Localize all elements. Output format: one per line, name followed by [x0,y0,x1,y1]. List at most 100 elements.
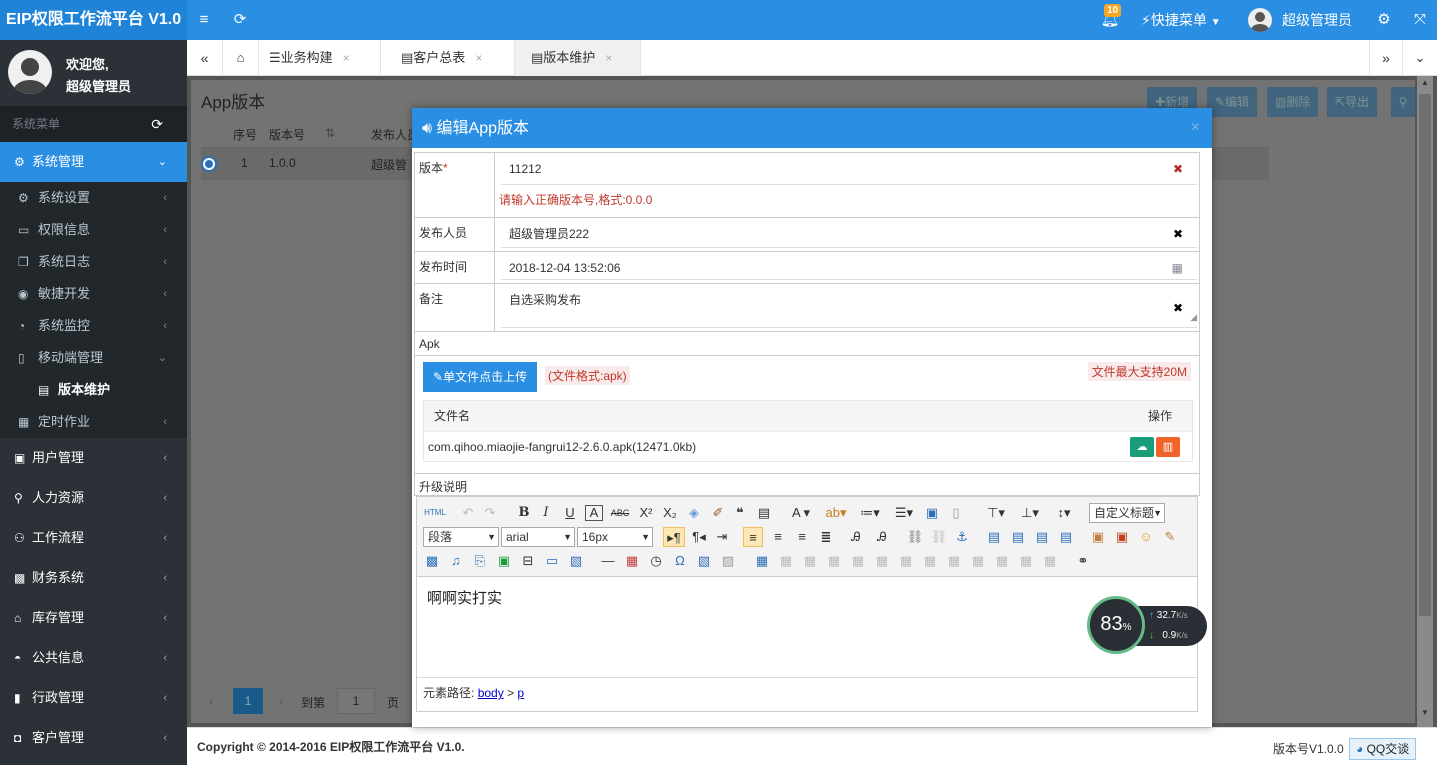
strikethrough-icon[interactable]: ABC [609,503,631,523]
insert-paragraph-before-table-icon[interactable]: ▦ [801,551,819,571]
code-icon[interactable]: ▭ [543,551,561,571]
path-body-link[interactable]: body [478,686,504,700]
binoculars-icon[interactable]: ⚭ [1073,551,1093,571]
close-icon[interactable]: × [475,51,482,65]
tab-home[interactable]: ⌂ [223,40,259,76]
menu-refresh-icon[interactable]: ⟳ [151,106,163,142]
merge-right-icon[interactable]: ▦ [945,551,963,571]
close-icon[interactable]: × [343,51,350,65]
page-input[interactable]: 1 [337,688,375,714]
sidebar-subitem-agile[interactable]: ◉ 敏捷开发 ‹ [0,278,187,310]
sidebar-subitem-logs[interactable]: ❐ 系统日志 ‹ [0,246,187,278]
paragraph-select[interactable]: 段落 ▼ [423,527,499,547]
music-icon[interactable]: ♫ [447,551,465,571]
upload-button[interactable]: ✎单文件点击上传 [423,362,538,392]
delete-button[interactable]: ▥删除 [1267,87,1319,117]
italic-icon[interactable]: I [537,503,555,523]
publisher-input[interactable]: 超级管理员222 ✖ [501,222,1197,248]
editor-content[interactable]: 啊啊实打实 [417,577,1197,677]
fullscreen-icon[interactable]: ⤧ [1410,0,1430,40]
gear-icon[interactable]: ⚙︎ [1374,0,1394,40]
close-icon[interactable]: × [605,51,612,65]
delete-table-icon[interactable]: ▦ [777,551,795,571]
eraser-icon[interactable]: ◈ [685,503,703,523]
video-icon[interactable]: ▩ [423,551,441,571]
sidebar-subitem-monitor[interactable]: ◔ 系统监控 ‹ [0,310,187,342]
current-page-button[interactable]: 1 [233,688,263,714]
sidebar-item-finance[interactable]: ▩ 财务系统 ‹ [0,558,187,598]
horizontal-rule-icon[interactable]: — [599,551,617,571]
sidebar-item-hr[interactable]: ⚲ 人力资源 ‹ [0,478,187,518]
custom-title-select[interactable]: 自定义标题 ▼ [1089,503,1165,523]
font-size-select[interactable]: 16px ▼ [577,527,653,547]
row-spacing-top-icon[interactable]: ⊤▾ [981,503,1011,523]
sidebar-subitem-settings[interactable]: ⚙︎ 系统设置 ‹ [0,182,187,214]
align-justify-icon[interactable]: ≣ [817,527,835,547]
font-case-upper-icon[interactable]: Ꭿ [847,527,865,547]
user-name-link[interactable]: 超级管理员 [1282,0,1352,40]
tab-options-icon[interactable]: ⌄ [1403,40,1437,76]
paste-plain-icon[interactable]: ▤ [755,503,773,523]
font-case-lower-icon[interactable]: Ꭿ [873,527,891,547]
sidebar-item-public[interactable]: ◓ 公共信息 ‹ [0,638,187,678]
sidebar-subitem-jobs[interactable]: ▦ 定时作业 ‹ [0,406,187,438]
scrollbar-thumb[interactable] [1419,94,1431,616]
sidebar-item-users[interactable]: ▣ 用户管理 ‹ [0,438,187,478]
special-char-icon[interactable]: Ω [671,551,689,571]
link-icon[interactable]: ⛓ [905,527,925,547]
undo-icon[interactable]: ↶ [459,503,477,523]
merge-cells-icon[interactable]: ▦ [921,551,939,571]
unlink-icon[interactable]: ⛓ [929,527,949,547]
split-cols-icon[interactable]: ▦ [1041,551,1059,571]
superscript-icon[interactable]: X² [637,503,655,523]
scroll-up-icon[interactable]: ▲ [1421,78,1429,87]
sidebar-item-workflow[interactable]: ⚇ 工作流程 ‹ [0,518,187,558]
clear-icon[interactable]: ✖ [1173,296,1183,320]
sidebar-item-inventory[interactable]: ⌂ 库存管理 ‹ [0,598,187,638]
autotype-icon[interactable]: ▨ [719,551,737,571]
merge-down-icon[interactable]: ▦ [969,551,987,571]
line-height-icon[interactable]: ↕▾ [1049,503,1079,523]
refresh-icon[interactable]: ⟳ [230,0,250,40]
clear-doc-icon[interactable]: ▯ [947,503,965,523]
insert-col-icon[interactable]: ▦ [873,551,891,571]
highlight-color-icon[interactable]: ab▾ [821,503,851,523]
redo-icon[interactable]: ↷ [481,503,499,523]
sidebar-item-admin[interactable]: ▮ 行政管理 ‹ [0,678,187,718]
network-speed-widget[interactable]: ↑ 32.7K/s ↓ 0.9K/s 83% [1087,596,1207,654]
menu-toggle-icon[interactable]: ≡ [192,0,216,40]
format-brush-icon[interactable]: ✐ [709,503,727,523]
map-icon[interactable]: ▣ [495,551,513,571]
align-right-icon[interactable]: ≡ [793,527,811,547]
download-icon[interactable]: ☁ [1130,437,1154,457]
sidebar-subitem-permissions[interactable]: ▭ 权限信息 ‹ [0,214,187,246]
remark-textarea[interactable]: 自选采购发布 ✖ ◢ [501,288,1197,328]
search-icon[interactable]: ⚲ [1391,87,1415,117]
qq-chat-button[interactable]: ◕ QQ交谈 [1349,738,1417,760]
html-source-button[interactable]: HTML [421,503,449,523]
sidebar-item-system[interactable]: ⚙︎ 系统管理 ⌄ [0,142,187,182]
user-avatar[interactable] [1248,8,1272,32]
emotion-icon[interactable]: ☺ [1137,527,1155,547]
template-icon[interactable]: ▧ [567,551,585,571]
sidebar-item-customers[interactable]: ◘ 客户管理 ‹ [0,718,187,758]
tab-customers[interactable]: ▤客户总表 × [381,40,515,76]
time-icon[interactable]: ◷ [647,551,665,571]
image-center-icon[interactable]: ▤ [1033,527,1051,547]
scroll-right-icon[interactable]: » [1369,40,1403,76]
underline-icon[interactable]: U [561,503,579,523]
insert-frame-icon[interactable]: ⊟ [519,551,537,571]
tab-version[interactable]: ▤版本维护 × [515,40,641,76]
row-spacing-bottom-icon[interactable]: ⊥▾ [1015,503,1045,523]
split-cells-icon[interactable]: ▦ [993,551,1011,571]
tab-business[interactable]: ☰业务构建 × [259,40,381,76]
font-color-icon[interactable]: A ▾ [787,503,815,523]
delete-col-icon[interactable]: ▦ [897,551,915,571]
insert-table-icon[interactable]: ▦ [753,551,771,571]
sidebar-subitem-mobile[interactable]: ▯ 移动端管理 ⌄ [0,342,187,374]
publish-time-input[interactable]: 2018-12-04 13:52:06 ▦ [501,256,1197,280]
align-left-icon[interactable]: ≡ [743,527,763,547]
bold-icon[interactable]: B [515,503,533,523]
anchor-icon[interactable]: ⚓ [953,527,971,547]
path-p-link[interactable]: p [517,686,524,700]
